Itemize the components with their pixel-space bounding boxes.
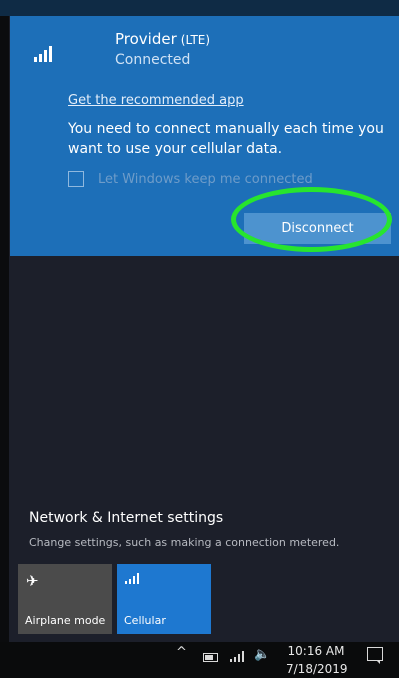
auto-connect-checkbox[interactable] [68, 171, 84, 187]
network-settings-link[interactable]: Network & Internet settings [29, 510, 223, 526]
notification-icon[interactable] [367, 647, 383, 664]
left-edge [0, 16, 9, 642]
airplane-mode-label: Airplane mode [25, 614, 106, 627]
airplane-icon: ✈ [26, 572, 39, 590]
network-type: (LTE) [180, 33, 211, 47]
top-strip [0, 0, 399, 16]
cellular-tile[interactable]: Cellular [117, 564, 211, 634]
manual-connect-text: You need to connect manually each time y… [68, 121, 384, 157]
recommended-app-link[interactable]: Get the recommended app [68, 93, 244, 108]
date-text: 7/18/2019 [286, 662, 348, 676]
signal-icon [125, 573, 139, 584]
time-text: 10:16 AM [287, 644, 345, 658]
airplane-mode-tile[interactable]: ✈ Airplane mode [18, 564, 112, 634]
provider-name: Provider (LTE) [115, 30, 210, 48]
battery-icon[interactable] [203, 653, 218, 662]
disconnect-button[interactable]: Disconnect [244, 213, 391, 244]
network-signal-icon[interactable] [230, 650, 244, 662]
chevron-up-icon[interactable]: ^ [176, 645, 187, 660]
network-settings-subtitle: Change settings, such as making a connec… [29, 536, 340, 549]
provider-label: Provider [115, 30, 177, 48]
connection-status: Connected [115, 52, 191, 68]
signal-icon [34, 46, 52, 62]
auto-connect-label: Let Windows keep me connected [98, 172, 313, 187]
cellular-label: Cellular [124, 614, 166, 627]
volume-icon[interactable]: 🔈 [254, 647, 270, 662]
clock[interactable]: 10:16 AM 7/18/2019 [286, 642, 348, 678]
